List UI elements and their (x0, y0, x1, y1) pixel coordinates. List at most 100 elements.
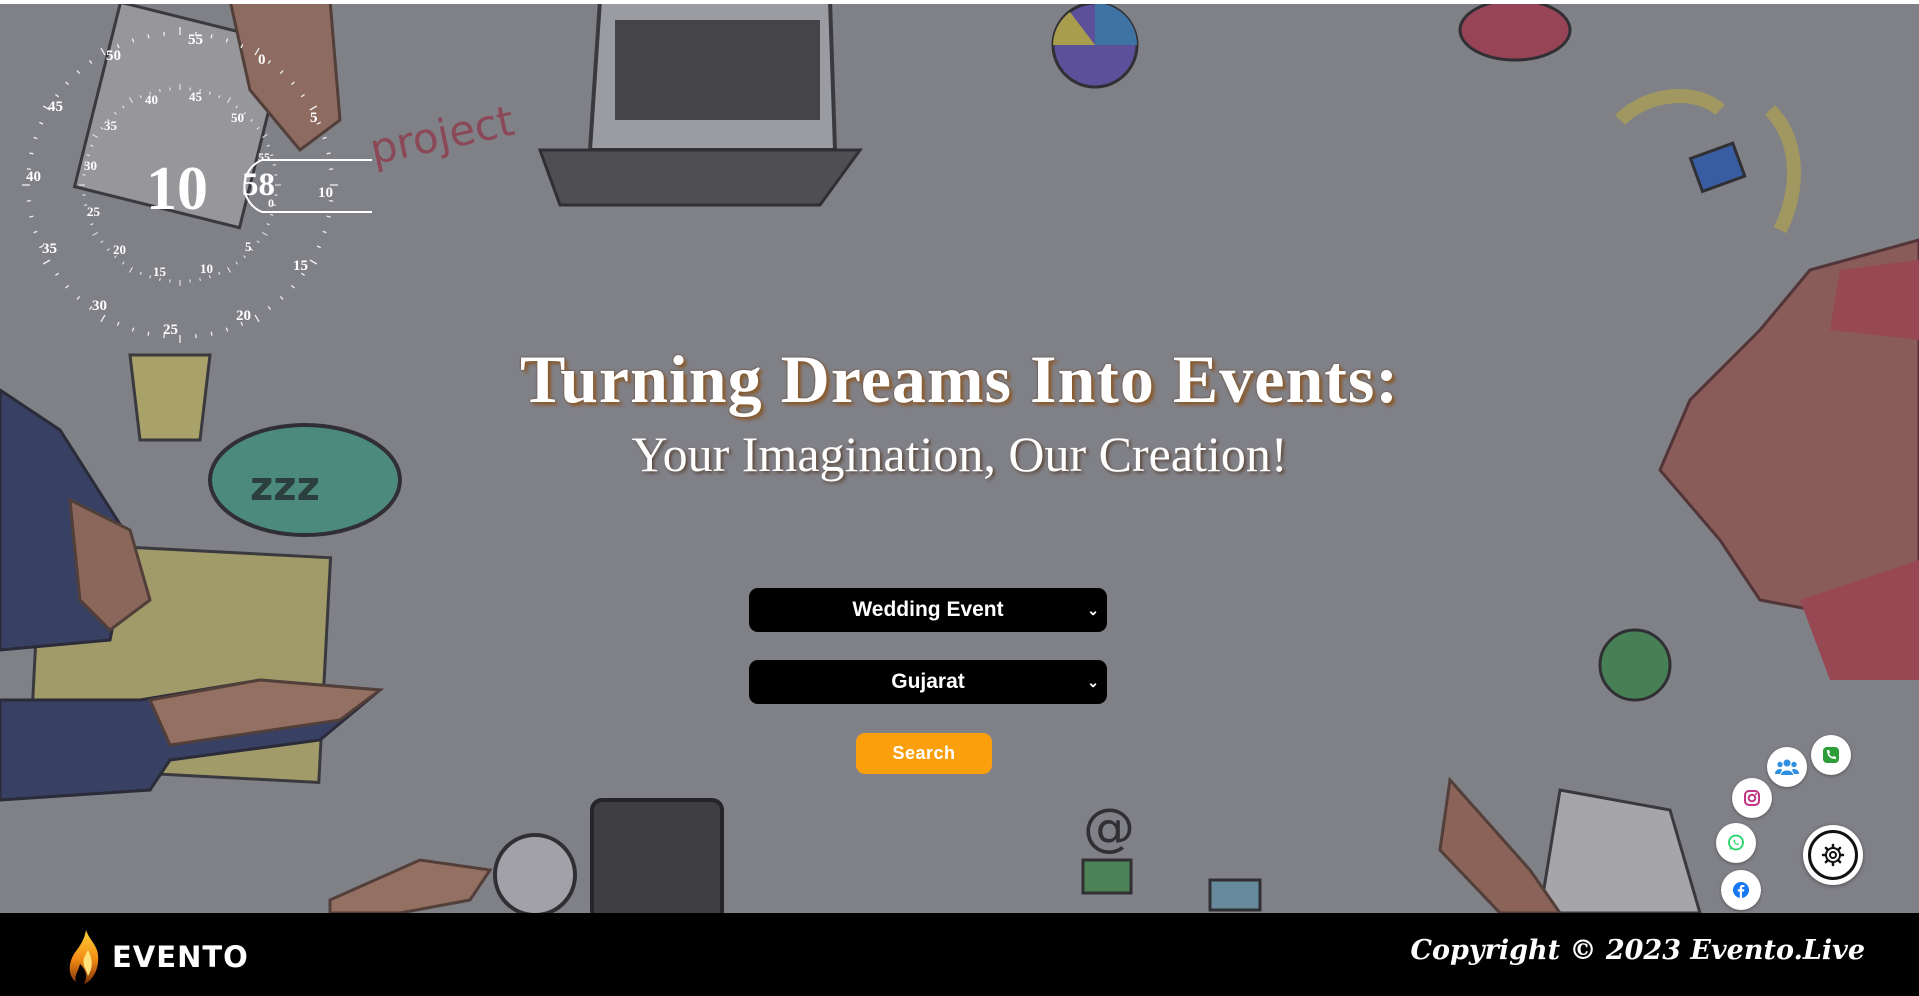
clock-tick (86, 154, 90, 157)
clock-tick (272, 164, 276, 166)
brand-logo[interactable]: EVENTO (64, 928, 249, 986)
clock-tick (267, 60, 272, 65)
clock-tick (254, 314, 260, 323)
clock-minute: 58 (242, 167, 275, 203)
group-button[interactable] (1767, 747, 1807, 787)
clock-tick (199, 277, 201, 281)
search-button[interactable]: Search (856, 733, 992, 774)
clock-tick (116, 321, 120, 326)
clock-tick (210, 331, 213, 336)
flame-icon (69, 930, 99, 984)
phone-icon (1823, 747, 1839, 763)
clock-tick (291, 81, 295, 86)
event-type-select[interactable]: Wedding Event ⌄ (749, 588, 1107, 632)
clock-tick (90, 223, 94, 226)
clock-outer-label: 0 (258, 52, 266, 68)
clock-inner-label: 15 (153, 264, 167, 279)
clock-outer-label: 55 (188, 32, 203, 48)
clock-tick (225, 327, 229, 332)
clock-tick (250, 119, 254, 122)
clock-tick (129, 97, 133, 103)
clock-tick (270, 154, 274, 157)
clock-tick (100, 126, 104, 130)
clock-tick (65, 284, 69, 289)
clock-tick (33, 136, 38, 140)
clock-tick (210, 34, 213, 39)
clock-tick (100, 47, 106, 56)
clock-tick (29, 152, 34, 155)
clock-tick (218, 95, 221, 99)
clock-inner-label: 40 (145, 92, 158, 107)
clock-tick (42, 259, 51, 265)
clock-tick (121, 105, 125, 109)
clock-inner-label: 30 (84, 158, 97, 173)
hero-title: Turning Dreams Into Events: (519, 341, 1400, 417)
clock-tick (55, 272, 60, 277)
clock-tick (279, 296, 284, 300)
clock-tick (147, 34, 150, 39)
clock-tick (262, 232, 268, 236)
clock-tick (100, 240, 104, 244)
clock-tick (266, 223, 270, 226)
clock-tick (121, 261, 125, 265)
contact-menu-toggle[interactable] (1803, 825, 1863, 885)
chevron-down-icon: ⌄ (1087, 602, 1099, 618)
whatsapp-button[interactable] (1716, 823, 1756, 863)
clock-outer-label: 45 (48, 99, 63, 115)
clock-outer-label: 15 (293, 258, 308, 274)
clock-tick (322, 230, 327, 234)
clock-tick (29, 215, 34, 218)
clock-outer-label: 25 (163, 322, 178, 338)
clock-tick (149, 275, 152, 279)
clock-tick (106, 248, 110, 251)
clock-tick (65, 81, 69, 86)
clock-outer-label: 20 (236, 308, 251, 324)
clock-tick (159, 89, 161, 93)
phone-button[interactable] (1811, 735, 1851, 775)
clock-tick (316, 245, 321, 249)
instagram-icon (1744, 790, 1760, 806)
clock-tick (326, 215, 331, 218)
facebook-icon (1733, 882, 1749, 898)
clock-tick (270, 213, 274, 216)
clock-tick (100, 314, 106, 323)
instagram-button[interactable] (1732, 778, 1772, 818)
clock-tick (129, 267, 133, 273)
headline-block: Turning Dreams Into Events: Your Imagina… (0, 340, 1919, 483)
clock-tick (55, 93, 60, 98)
clock-tick (309, 259, 318, 265)
clock-tick (256, 240, 260, 244)
event-type-value: Wedding Event (852, 598, 1004, 621)
clock-tick (243, 255, 246, 259)
clock-tick (90, 144, 94, 147)
clock-tick (92, 232, 98, 236)
whatsapp-icon (1728, 834, 1744, 851)
clock-tick (92, 134, 98, 138)
clock-tick (291, 284, 295, 289)
clock-tick (76, 296, 81, 300)
clock-tick (131, 327, 135, 332)
state-select[interactable]: Gujarat ⌄ (749, 660, 1107, 704)
clock-tick (267, 305, 272, 310)
clock-tick (266, 144, 270, 147)
clock-tick (218, 271, 221, 275)
clock-tick (279, 70, 284, 74)
clock-tick (262, 134, 268, 138)
hero-section: project zzz @ 55 0 5 10 15 20 25 30 35 4… (0, 0, 1919, 913)
group-icon (1775, 759, 1799, 775)
clock-tick (131, 38, 135, 43)
clock-tick (256, 126, 260, 130)
clock-tick (227, 267, 231, 273)
clock-outer-label: 50 (106, 48, 121, 64)
chevron-down-icon: ⌄ (1087, 674, 1099, 690)
facebook-button[interactable] (1721, 870, 1761, 910)
clock-tick (316, 121, 321, 125)
clock-inner-label: 25 (87, 204, 101, 219)
clock-tick (235, 105, 239, 109)
settings-icon (1821, 843, 1845, 867)
brand-name: EVENTO (112, 940, 249, 974)
clock-tick (88, 60, 93, 65)
clock-inner-label: 20 (113, 242, 126, 257)
footer: EVENTO Copyright © 2023 Evento.Live (0, 913, 1919, 996)
clock-tick (39, 121, 44, 125)
